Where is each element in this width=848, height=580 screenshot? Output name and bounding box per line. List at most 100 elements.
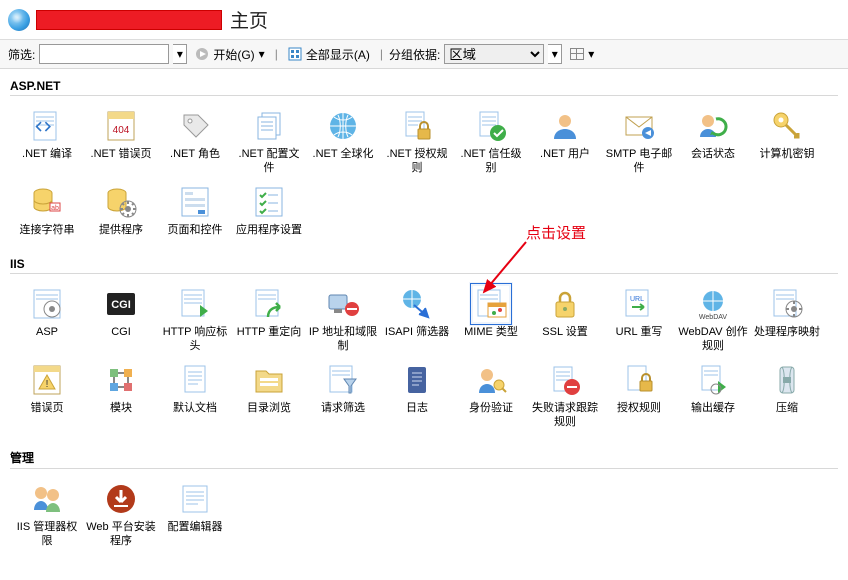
lock-icon	[547, 286, 583, 322]
feature-logging[interactable]: 日志	[380, 358, 454, 434]
feature-label: ISAPI 筛选器	[385, 326, 449, 340]
webdav-icon	[695, 286, 731, 322]
feature-session-state[interactable]: 会话状态	[676, 104, 750, 180]
feature-ssl-settings[interactable]: SSL 设置	[528, 282, 602, 358]
globe-icon	[325, 108, 361, 144]
show-all-icon	[288, 47, 302, 61]
feature-cgi[interactable]: CGI	[84, 282, 158, 358]
user-icon	[547, 108, 583, 144]
feature-net-error-pages[interactable]: .NET 错误页	[84, 104, 158, 180]
play-icon	[195, 47, 209, 61]
feature-label: SMTP 电子邮件	[604, 148, 674, 176]
reqfilter-icon	[325, 362, 361, 398]
feature-connection-strings[interactable]: 连接字符串	[10, 180, 84, 242]
feature-url-rewrite[interactable]: URL 重写	[602, 282, 676, 358]
icon-grid: ASP CGI HTTP 响应标头HTTP 重定向IP 地址和域限制 ISAPI 筛选…	[10, 282, 838, 433]
feature-net-globalization[interactable]: .NET 全球化	[306, 104, 380, 180]
mime-icon	[473, 286, 509, 322]
feature-label: 错误页	[31, 402, 64, 416]
feature-label: URL 重写	[616, 326, 663, 340]
feature-net-authorization[interactable]: .NET 授权规则	[380, 104, 454, 180]
feature-ip-domain-restrictions[interactable]: IP 地址和域限制	[306, 282, 380, 358]
feature-label: 输出缓存	[691, 402, 735, 416]
feature-iis-manager-permissions[interactable]: IIS 管理器权限	[10, 477, 84, 553]
feature-net-trust-levels[interactable]: .NET 信任级别	[454, 104, 528, 180]
feature-compression[interactable]: 压缩	[750, 358, 824, 434]
feature-handler-mappings[interactable]: 处理程序映射	[750, 282, 824, 358]
feature-net-profile[interactable]: .NET 配置文件	[232, 104, 306, 180]
feature-configuration-editor[interactable]: 配置编辑器	[158, 477, 232, 553]
outcache-icon	[695, 362, 731, 398]
feature-label: CGI	[111, 326, 131, 340]
defaultdoc-icon	[177, 362, 213, 398]
cgi-icon	[103, 286, 139, 322]
feature-http-response-headers[interactable]: HTTP 响应标头	[158, 282, 232, 358]
group-by-label: 分组依据:	[389, 46, 440, 63]
key-icon	[769, 108, 805, 144]
failtrace-icon	[547, 362, 583, 398]
filter-input[interactable]	[39, 44, 169, 64]
feature-webdav-authoring[interactable]: WebDAV 创作规则	[676, 282, 750, 358]
view-grid-button[interactable]: ▾	[566, 47, 598, 61]
feature-request-filtering[interactable]: 请求筛选	[306, 358, 380, 434]
page-title: 主页	[230, 6, 268, 33]
feature-app-settings[interactable]: 应用程序设置	[232, 180, 306, 242]
feature-failed-request-tracing[interactable]: 失败请求跟踪规则	[528, 358, 602, 434]
urlrw-icon	[621, 286, 657, 322]
feature-label: 提供程序	[99, 224, 143, 238]
feature-label: 模块	[110, 402, 132, 416]
feature-label: SSL 设置	[542, 326, 587, 340]
feature-pages-controls[interactable]: 页面和控件	[158, 180, 232, 242]
feature-directory-browsing[interactable]: 目录浏览	[232, 358, 306, 434]
section-title: ASP.NET	[10, 73, 838, 96]
grid-icon	[570, 48, 584, 60]
group-by-select[interactable]: 区域	[444, 44, 544, 64]
authrules-icon	[621, 362, 657, 398]
feature-label: 应用程序设置	[236, 224, 302, 238]
icon-grid: .NET 编译 .NET 错误页 .NET 角色.NET 配置文件.NET 全球化.…	[10, 104, 838, 241]
feature-label: .NET 错误页	[91, 148, 152, 162]
feature-output-caching[interactable]: 输出缓存	[676, 358, 750, 434]
feature-label: .NET 用户	[540, 148, 590, 162]
httphead-icon	[177, 286, 213, 322]
filter-dropdown[interactable]: ▾	[173, 44, 187, 64]
feature-net-users[interactable]: .NET 用户	[528, 104, 602, 180]
show-all-button[interactable]: 全部显示(A)	[284, 46, 374, 63]
feature-label: .NET 配置文件	[234, 148, 304, 176]
feature-isapi-filters[interactable]: ISAPI 筛选器	[380, 282, 454, 358]
feature-label: .NET 授权规则	[382, 148, 452, 176]
group-dropdown[interactable]: ▾	[548, 44, 562, 64]
section-title: IIS	[10, 251, 838, 274]
feature-label: 会话状态	[691, 148, 735, 162]
feature-mime-types[interactable]: MIME 类型	[454, 282, 528, 358]
feature-label: 计算机密钥	[760, 148, 815, 162]
feature-http-redirect[interactable]: HTTP 重定向	[232, 282, 306, 358]
isapi-icon	[399, 286, 435, 322]
feature-label: WebDAV 创作规则	[678, 326, 748, 354]
mgrperm-icon	[29, 481, 65, 517]
feature-machine-key[interactable]: 计算机密钥	[750, 104, 824, 180]
feature-label: 日志	[406, 402, 428, 416]
iprestrict-icon	[325, 286, 361, 322]
auth-icon	[473, 362, 509, 398]
feature-net-compile[interactable]: .NET 编译	[10, 104, 84, 180]
feature-net-roles[interactable]: .NET 角色	[158, 104, 232, 180]
redirect-icon	[251, 286, 287, 322]
modules-icon	[103, 362, 139, 398]
feature-smtp-email[interactable]: SMTP 电子邮件	[602, 104, 676, 180]
feature-authorization-rules[interactable]: 授权规则	[602, 358, 676, 434]
filelock-icon	[399, 108, 435, 144]
feature-web-platform-installer[interactable]: Web 平台安装程序	[84, 477, 158, 553]
errorpage-icon	[29, 362, 65, 398]
feature-label: 授权规则	[617, 402, 661, 416]
feature-providers[interactable]: 提供程序	[84, 180, 158, 242]
start-button[interactable]: 开始(G) ▾	[191, 46, 268, 63]
wpi-icon	[103, 481, 139, 517]
feature-modules[interactable]: 模块	[84, 358, 158, 434]
feature-error-pages[interactable]: 错误页	[10, 358, 84, 434]
confedit-icon	[177, 481, 213, 517]
files-icon	[251, 108, 287, 144]
feature-authentication[interactable]: 身份验证	[454, 358, 528, 434]
feature-asp[interactable]: ASP	[10, 282, 84, 358]
feature-default-document[interactable]: 默认文档	[158, 358, 232, 434]
